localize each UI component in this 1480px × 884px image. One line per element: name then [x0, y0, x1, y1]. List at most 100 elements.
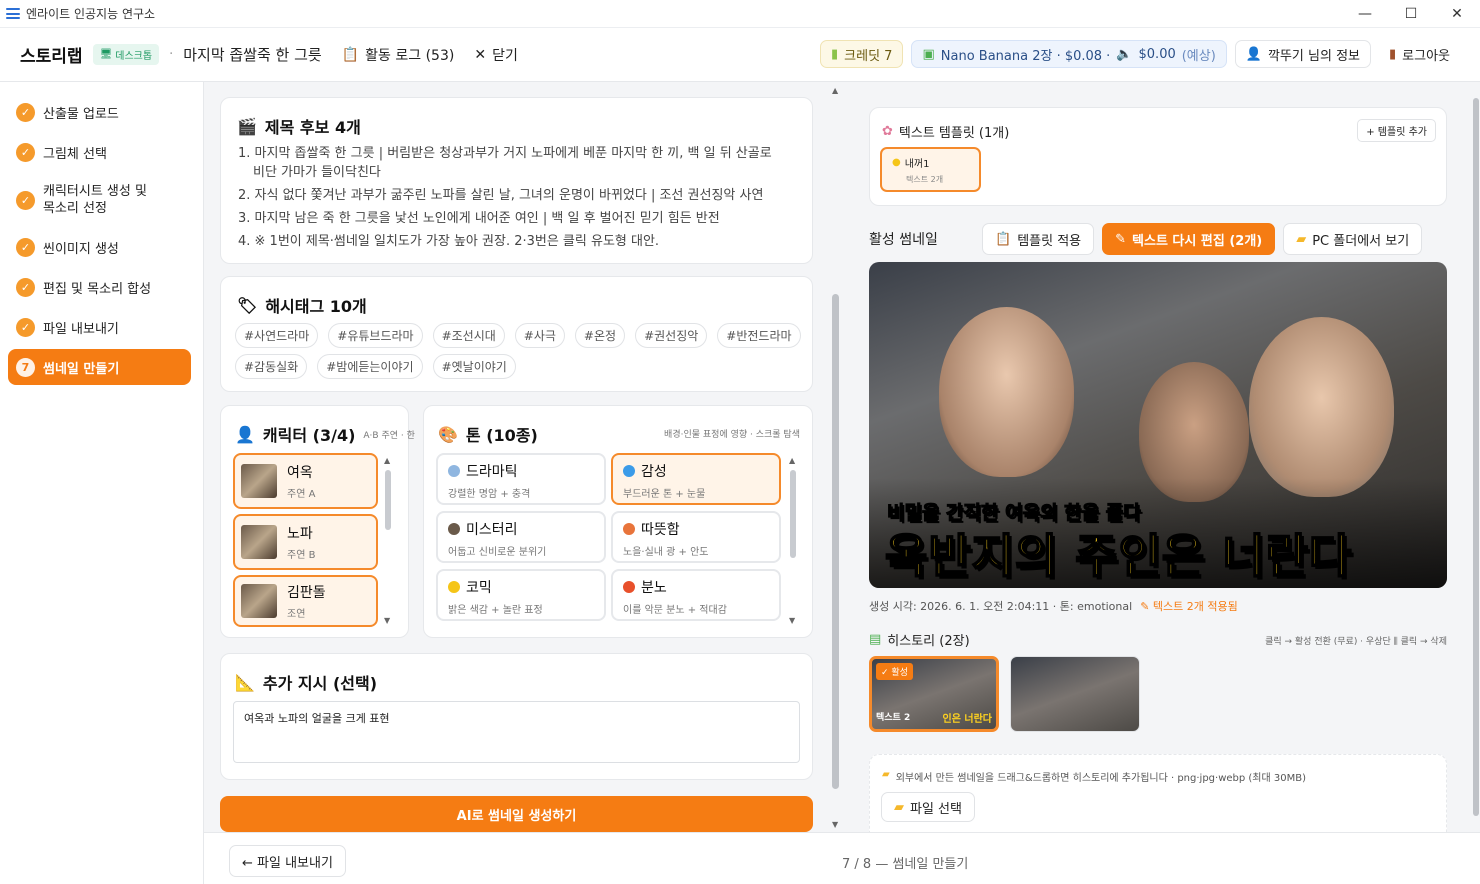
character-thumbnail: [241, 584, 277, 618]
characters-scrollbar[interactable]: [385, 470, 391, 530]
scroll-down-icon[interactable]: ▼: [789, 616, 795, 625]
hashtag[interactable]: #밤에듣는이야기: [317, 354, 423, 379]
hashtag[interactable]: #사연드라마: [235, 323, 319, 348]
user-icon: 👤: [1245, 46, 1262, 62]
close-window-button[interactable]: ✕: [1434, 0, 1480, 28]
scroll-up-icon[interactable]: ▲: [384, 456, 390, 465]
tone-option-warm[interactable]: 따뜻함 노을·실내 광 + 안도: [611, 511, 781, 563]
cost-estimate: ▣ Nano Banana 2장 · $0.08 · 🔈 $0.00 (예상): [911, 40, 1227, 68]
character-thumbnail: [241, 525, 277, 559]
scroll-up-icon[interactable]: ▲: [789, 456, 795, 465]
upload-dropzone[interactable]: ▰ 외부에서 만든 썸네일을 드래그&드롭하면 히스토리에 추가됩니다 · png…: [869, 754, 1447, 832]
check-icon: ✓: [16, 237, 35, 257]
clapper-icon: 🎬: [237, 116, 257, 136]
images-icon: ▤: [869, 632, 882, 647]
hashtag[interactable]: #사극: [514, 323, 565, 348]
list-item: 4. ※ 1번이 제목·썸네일 일치도가 가장 높아 권장. 2·3번은 클릭 …: [238, 234, 660, 249]
main-scrollbar[interactable]: [832, 294, 839, 789]
app-menu-icon: [6, 8, 20, 19]
person-icon: 👤: [235, 424, 255, 444]
battery-icon: ▮: [831, 46, 839, 62]
apply-template-button[interactable]: 📋 템플릿 적용: [982, 223, 1095, 255]
extra-instructions-textarea[interactable]: 여옥과 노파의 얼굴을 크게 표현: [233, 701, 800, 763]
window-title: 엔라이트 인공지능 연구소: [26, 7, 156, 21]
check-icon: ✓: [16, 190, 35, 210]
monitor-icon: 🖥: [99, 49, 113, 60]
window-titlebar: 엔라이트 인공지능 연구소 — ☐ ✕: [0, 0, 1480, 28]
tone-option-comic[interactable]: 코믹 밝은 색감 + 놀란 표정: [436, 569, 606, 621]
thumbnail-panel: ✿ 텍스트 템플릿 (1개) + 템플릿 추가 ● 내꺼1 텍스트 2개 활성 썸네…: [844, 82, 1480, 832]
logout-button[interactable]: ▮ 로그아웃: [1379, 40, 1460, 68]
hashtags-card: 🏷 해시태그 10개 #사연드라마 #유튜브드라마 #조선시대 #사극 #온정 #…: [220, 276, 813, 392]
thumbnail-actions: 📋 템플릿 적용 ✎ 텍스트 다시 편집 (2개) ▰ PC 폴더에서 보기: [982, 223, 1423, 255]
hashtag[interactable]: #권선징악: [635, 323, 708, 348]
history-item[interactable]: [1010, 656, 1140, 732]
clipboard-icon: 📋: [995, 231, 1012, 247]
hashtag[interactable]: #반전드라마: [717, 323, 801, 348]
hashtag[interactable]: #유튜브드라마: [328, 323, 423, 348]
applied-text-tag: ✎ 텍스트 2개 적용됨: [1140, 600, 1238, 613]
sidebar-item-scene[interactable]: ✓ 씬이미지 생성: [8, 237, 191, 257]
figure-young-woman: [939, 307, 1074, 477]
theater-icon: [448, 465, 460, 477]
tone-option-dramatic[interactable]: 드라마틱 강렬한 명암 + 충격: [436, 453, 606, 505]
check-icon: ✓: [16, 277, 35, 297]
door-icon: ▮: [1389, 46, 1397, 62]
scroll-down-icon[interactable]: ▼: [384, 616, 390, 625]
generate-thumbnail-button[interactable]: AI로 썸네일 생성하기: [220, 796, 813, 832]
tone-option-anger[interactable]: 분노 이를 악문 분노 + 적대감: [611, 569, 781, 621]
check-icon: ✓: [16, 142, 35, 162]
active-badge: ✓ 활성: [876, 663, 913, 680]
title-candidates-card: 🎬 제목 후보 4개 1. 마지막 좁쌀죽 한 그릇 | 버림받은 청상과부가 거…: [220, 97, 813, 264]
droplet-icon: [623, 465, 635, 477]
character-thumbnail: [241, 464, 277, 498]
image-icon: ▣: [922, 46, 935, 62]
reedit-text-button[interactable]: ✎ 텍스트 다시 편집 (2개): [1102, 223, 1276, 255]
character-card-kimpandol[interactable]: 김판돌 조연: [233, 575, 378, 627]
credit-badge[interactable]: ▮ 크레딧 7: [820, 40, 904, 68]
minimize-button[interactable]: —: [1342, 0, 1388, 28]
character-card-yeook[interactable]: 여옥 주연 A: [233, 453, 378, 509]
sidebar-item-thumbnail[interactable]: 7 썸네일 만들기: [8, 349, 191, 385]
tones-heading: 🎨 톤 (10종): [438, 424, 538, 446]
user-info-button[interactable]: 👤 깍뚜기 님의 정보: [1234, 40, 1371, 68]
tone-option-emotional[interactable]: 감성 부드러운 톤 + 눈물: [611, 453, 781, 505]
palette-icon: ✿: [882, 124, 893, 139]
prev-step-button[interactable]: ← 파일 내보내기: [229, 845, 346, 877]
hashtag[interactable]: #옛날이야기: [432, 354, 516, 379]
sidebar-item-upload[interactable]: ✓ 산출물 업로드: [8, 102, 191, 122]
choose-file-button[interactable]: ▰ 파일 선택: [881, 792, 975, 822]
hashtag-list: #사연드라마 #유튜브드라마 #조선시대 #사극 #온정 #권선징악 #반전드라…: [235, 323, 805, 348]
hashtag[interactable]: #감동실화: [235, 354, 308, 379]
sidebar-item-character[interactable]: ✓ 캐릭터시트 생성 및 목소리 선정: [8, 182, 191, 218]
active-thumbnail-image[interactable]: 비밀을 간직한 여옥의 한을 풀다 옥반지의 주인은 너란다: [869, 262, 1447, 588]
history-item-active[interactable]: ✓ 활성 텍스트 2 인은 너란다: [869, 656, 999, 732]
close-project-button[interactable]: ✕ 닫기: [474, 45, 518, 65]
main-content: 🎬 제목 후보 4개 1. 마지막 좁쌀죽 한 그릇 | 버림받은 청상과부가 거…: [204, 82, 844, 832]
separator: ·: [169, 47, 174, 62]
hashtag[interactable]: #조선시대: [432, 323, 505, 348]
tone-option-mystery[interactable]: 미스터리 어둡고 신비로운 분위기: [436, 511, 606, 563]
character-card-nopa[interactable]: 노파 주연 B: [233, 514, 378, 570]
sidebar-item-edit[interactable]: ✓ 편집 및 목소리 합성: [8, 277, 191, 297]
open-folder-button[interactable]: ▰ PC 폴더에서 보기: [1283, 223, 1423, 255]
sidebar-item-export[interactable]: ✓ 파일 내보내기: [8, 317, 191, 337]
close-icon: ✕: [474, 46, 487, 63]
project-title: 마지막 좁쌀죽 한 그릇: [183, 46, 322, 64]
list-item: 1. 마지막 좁쌀죽 한 그릇 | 버림받은 청상과부가 거지 노파에게 베푼 …: [238, 146, 772, 161]
extra-instructions-heading: 📐 추가 지시 (선택): [235, 672, 378, 694]
palette-icon: 🎨: [438, 424, 458, 444]
scroll-up-icon[interactable]: ▲: [832, 86, 838, 95]
scroll-down-icon[interactable]: ▼: [832, 820, 838, 829]
sidebar-item-style[interactable]: ✓ 그림체 선택: [8, 142, 191, 162]
sunset-icon: [623, 523, 635, 535]
hashtag[interactable]: #온정: [574, 323, 626, 348]
maximize-button[interactable]: ☐: [1388, 0, 1434, 28]
activity-log-button[interactable]: 📋 활동 로그 (53): [342, 45, 455, 65]
add-template-button[interactable]: + 템플릿 추가: [1357, 119, 1436, 142]
detective-icon: [448, 523, 460, 535]
tones-scrollbar[interactable]: [790, 470, 796, 558]
right-scrollbar[interactable]: [1473, 98, 1479, 816]
history-overlay-text2: 인은 너란다: [942, 714, 992, 725]
template-item[interactable]: ● 내꺼1 텍스트 2개: [880, 147, 981, 192]
